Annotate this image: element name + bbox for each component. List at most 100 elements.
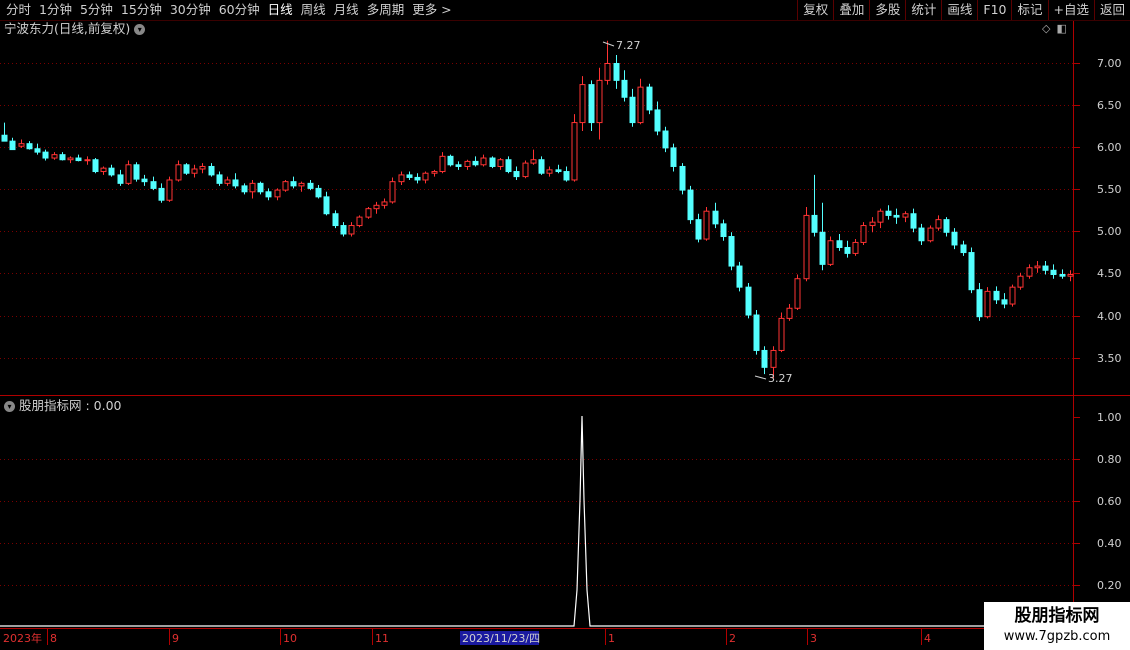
y-label: 6.50 xyxy=(1097,99,1122,112)
candle-body xyxy=(323,196,330,215)
chart-title[interactable]: 宁波东力(日线,前复权) ▾ xyxy=(4,21,146,37)
main-y-labels: 7.00 6.50 6.00 5.50 5.00 4.50 4.00 3.50 xyxy=(1097,57,1122,365)
indicator-header[interactable]: ▾ 股朋指标网 : 0.00 xyxy=(4,398,122,414)
y-label: 3.50 xyxy=(1097,352,1122,365)
candle-body xyxy=(158,187,165,201)
candle-body xyxy=(1050,269,1057,275)
y-label: 5.00 xyxy=(1097,225,1122,238)
candle-body xyxy=(249,182,256,193)
candle-body xyxy=(778,317,785,351)
y-label: 1.00 xyxy=(1097,411,1122,424)
candle-body xyxy=(356,216,363,227)
candle-body xyxy=(513,171,520,178)
candle-body xyxy=(571,122,578,181)
candle-body xyxy=(935,219,942,229)
x-label: 11 xyxy=(375,632,389,645)
high-label: 7.27 xyxy=(616,39,641,52)
y-tick-marks xyxy=(1073,63,1080,586)
candle-body xyxy=(1,134,8,142)
candle-body xyxy=(431,171,438,174)
candle-body xyxy=(695,219,702,240)
candle-body xyxy=(753,314,760,351)
candle-body xyxy=(794,278,801,309)
candle-body xyxy=(877,210,884,223)
candle-body xyxy=(720,223,727,238)
indicator-y-labels: 1.00 0.80 0.60 0.40 0.20 xyxy=(1097,411,1122,592)
candle-body xyxy=(960,244,967,254)
candle-body xyxy=(588,84,595,124)
candle-body xyxy=(679,165,686,191)
candle-body xyxy=(728,236,735,267)
candle-body xyxy=(348,225,355,235)
panel-toggle-icon[interactable]: ◧ xyxy=(1056,22,1066,35)
candle-body xyxy=(480,157,487,166)
x-axis: 2023年 8 9 10 11 1 2 3 4 2023/11/23/四 xyxy=(3,629,931,645)
kline-chart[interactable]: 7.00 6.50 6.00 5.50 5.00 4.50 4.00 3.50 … xyxy=(0,0,1130,650)
candle-body xyxy=(819,231,826,265)
candle-body xyxy=(745,286,752,316)
candle-body xyxy=(852,241,859,254)
candle-body xyxy=(307,182,314,189)
candle-body xyxy=(893,214,900,218)
candle-body xyxy=(563,171,570,181)
candle-body xyxy=(1059,274,1066,277)
candle-body xyxy=(736,265,743,288)
candle-body xyxy=(613,63,620,81)
candle-body xyxy=(918,227,925,242)
candle-body xyxy=(208,165,215,176)
candle-body xyxy=(869,221,876,227)
y-label: 0.20 xyxy=(1097,579,1122,592)
candle-body xyxy=(422,172,429,181)
main-grid xyxy=(0,63,1073,586)
candle-body xyxy=(75,157,82,162)
candle-body xyxy=(497,159,504,167)
candle-body xyxy=(836,240,843,248)
candle-body xyxy=(530,159,537,164)
x-label: 4 xyxy=(924,632,931,645)
candle-body xyxy=(381,201,388,206)
chevron-down-icon[interactable]: ▾ xyxy=(134,23,146,35)
indicator-title: 股朋指标网 : 0.00 xyxy=(19,398,122,413)
candle-body xyxy=(42,151,49,159)
candle-body xyxy=(1001,299,1008,305)
candle-body xyxy=(522,162,529,178)
candle-body xyxy=(183,164,190,174)
candle-body xyxy=(654,109,661,132)
watermark-logo: 股朋指标网 www.7gpzb.com xyxy=(984,602,1130,650)
candle-body xyxy=(505,159,512,173)
candle-body xyxy=(67,157,74,161)
candle-body xyxy=(910,213,917,229)
candlestick-series xyxy=(1,40,1074,379)
candle-body xyxy=(637,86,644,124)
candle-body xyxy=(34,148,41,153)
candle-body xyxy=(315,187,322,198)
candle-body xyxy=(447,155,454,166)
candle-body xyxy=(489,157,496,167)
candle-body xyxy=(538,159,545,174)
candle-body xyxy=(224,179,231,184)
x-label: 3 xyxy=(810,632,817,645)
candle-body xyxy=(472,160,479,166)
candle-body xyxy=(282,181,289,191)
candle-body xyxy=(464,160,471,167)
candle-body xyxy=(398,174,405,183)
candle-body xyxy=(455,164,462,167)
y-label: 5.50 xyxy=(1097,183,1122,196)
candle-body xyxy=(26,143,33,150)
candle-body xyxy=(827,240,834,265)
candle-body xyxy=(761,349,768,368)
candle-body xyxy=(621,79,628,98)
candle-body xyxy=(199,165,206,170)
candle-body xyxy=(1067,274,1074,277)
candle-body xyxy=(885,210,892,216)
candle-body xyxy=(373,204,380,210)
candle-body xyxy=(298,182,305,187)
stock-title: 宁波东力(日线,前复权) xyxy=(4,21,131,36)
candle-body xyxy=(703,210,710,240)
diamond-icon[interactable]: ◇ xyxy=(1042,22,1050,35)
candle-body xyxy=(670,147,677,167)
candle-body xyxy=(943,219,950,233)
candle-body xyxy=(712,210,719,225)
chevron-down-icon[interactable]: ▾ xyxy=(4,400,15,412)
watermark-line1: 股朋指标网 xyxy=(1014,606,1100,626)
